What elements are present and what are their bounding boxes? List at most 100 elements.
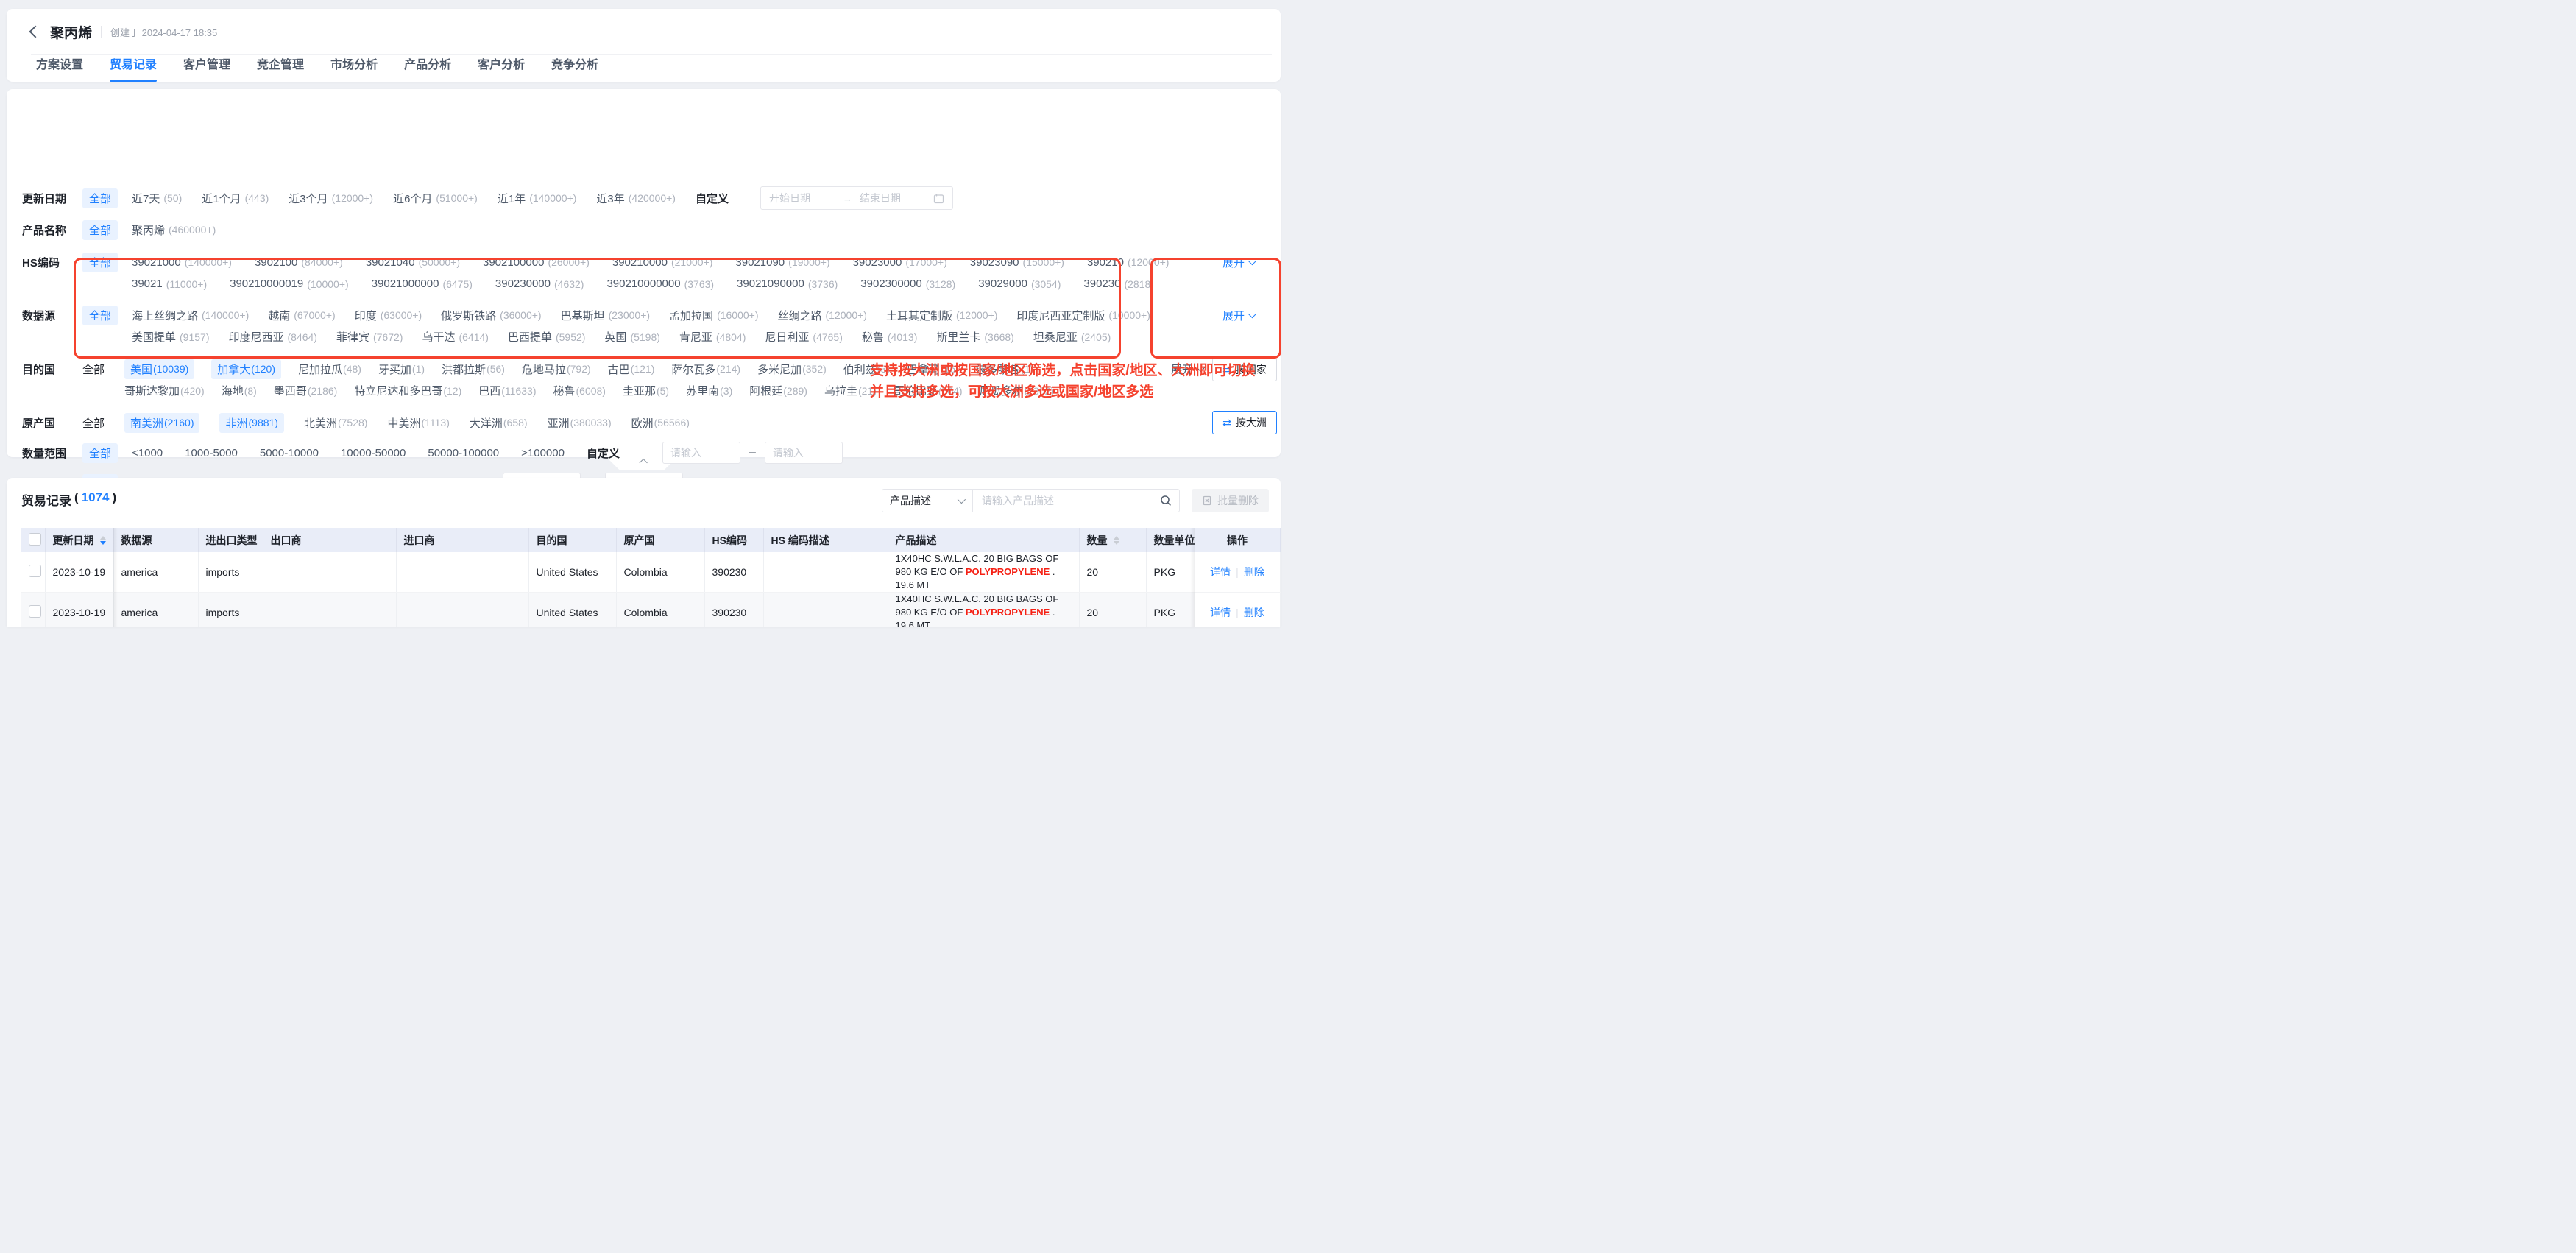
tab-客户管理[interactable]: 客户管理 [183, 54, 230, 82]
filter-option[interactable]: 越南(67000+) [268, 308, 335, 323]
filter-option[interactable]: 秘鲁(4013) [862, 329, 917, 345]
date-range-picker[interactable]: 开始日期→结束日期 [760, 186, 953, 210]
filter-option[interactable]: 洪都拉斯(56) [442, 361, 505, 377]
filter-option[interactable]: 近3年(420000+) [596, 191, 676, 206]
filter-option[interactable]: 中美洲(1113) [387, 415, 449, 431]
tab-客户分析[interactable]: 客户分析 [478, 54, 525, 82]
filter-all-product_name[interactable]: 全部 [82, 219, 118, 241]
filter-option[interactable]: 39023000(17000+) [853, 256, 947, 269]
tab-产品分析[interactable]: 产品分析 [404, 54, 451, 82]
filter-option[interactable]: 3902300000(3128) [860, 278, 955, 290]
select-all-checkbox[interactable] [29, 533, 41, 546]
filter-option[interactable]: 巴基斯坦(23000+) [561, 308, 650, 323]
filter-all-data_source[interactable]: 全部 [82, 304, 118, 326]
tab-竞企管理[interactable]: 竞企管理 [257, 54, 304, 82]
filter-option[interactable]: 伯利兹(3) [843, 361, 890, 377]
tab-市场分析[interactable]: 市场分析 [330, 54, 378, 82]
back-icon[interactable] [29, 26, 42, 38]
filter-option[interactable]: 萨尔瓦多(214) [671, 361, 740, 377]
filter-option[interactable]: 印度尼西亚(8464) [228, 329, 316, 345]
tab-竞争分析[interactable]: 竞争分析 [551, 54, 598, 82]
filter-option[interactable]: 巴西提单(5952) [508, 329, 585, 345]
filter-option[interactable]: 39021090(19000+) [735, 256, 829, 269]
filter-option[interactable]: 肯尼亚(4804) [679, 329, 746, 345]
detail-link[interactable]: 详情 [1210, 607, 1231, 618]
filter-option[interactable]: 390210000(21000+) [612, 256, 713, 269]
by-continent-button[interactable]: ⇄ 按大洲 [1212, 411, 1277, 434]
filter-option[interactable]: 丝绸之路(12000+) [778, 308, 867, 323]
filter-all-dest_country[interactable]: 全部 [82, 358, 105, 380]
filter-option[interactable]: 秘鲁(6008) [553, 383, 605, 398]
filter-option[interactable]: 北美洲(7528) [304, 415, 367, 431]
filter-option[interactable]: 39021000(140000+) [132, 256, 232, 269]
filter-option[interactable]: 390230(2818) [1083, 278, 1154, 290]
filter-option[interactable]: 南美洲(2160) [124, 413, 199, 433]
filter-option[interactable]: 坦桑尼亚(2405) [1033, 329, 1111, 345]
filter-option[interactable]: 10000-50000 [341, 447, 406, 459]
filter-option[interactable]: 乌拉圭(21) [824, 383, 877, 398]
filter-option[interactable]: 近6个月(51000+) [393, 191, 478, 206]
filter-option[interactable]: 尼加拉瓜(48) [298, 361, 361, 377]
filter-option[interactable]: 欧洲(56566) [631, 415, 690, 431]
filter-option[interactable]: 39021000000(6475) [372, 278, 473, 290]
filter-option[interactable]: 厄瓜多尔(1302) [980, 383, 1054, 398]
filter-option[interactable]: 39029000(3054) [978, 278, 1061, 290]
filter-option[interactable]: 巴西(11633) [478, 383, 536, 398]
filter-option[interactable]: 墨西哥(2186) [274, 383, 337, 398]
filter-option[interactable]: 美国提单(9157) [132, 329, 209, 345]
filter-option[interactable]: 近1个月(443) [202, 191, 269, 206]
range-input-min-qty_range[interactable] [662, 442, 740, 464]
filter-option[interactable]: 牙买加(1) [378, 361, 425, 377]
delete-link[interactable]: 删除 [1244, 566, 1264, 578]
filter-all-origin_country[interactable]: 全部 [82, 412, 105, 434]
filter-option[interactable]: 1000-5000 [185, 447, 238, 459]
filter-option[interactable]: 阿根廷(289) [749, 383, 807, 398]
search-input[interactable] [980, 494, 1154, 507]
filter-option[interactable]: 巴拿马(16) [907, 361, 959, 377]
filter-option[interactable]: 亚洲(380033) [548, 415, 612, 431]
filter-option[interactable]: 39021090000(3736) [737, 278, 838, 290]
filter-option[interactable]: 古巴(121) [608, 361, 655, 377]
filter-all-qty_range[interactable]: 全部 [82, 442, 118, 464]
sort-icons[interactable] [1114, 536, 1119, 545]
filter-option[interactable]: 近3个月(12000+) [289, 191, 373, 206]
filter-option[interactable]: 近7天(50) [132, 191, 182, 206]
bulk-delete-button[interactable]: 批量删除 [1192, 489, 1269, 512]
col-header-更新日期[interactable]: 更新日期 [45, 528, 113, 552]
filter-option[interactable]: 非洲(9881) [219, 413, 283, 433]
by-country-button[interactable]: ⇄ 按国家 [1212, 358, 1277, 381]
filter-option[interactable]: 自定义 [587, 445, 620, 461]
sort-icons[interactable] [100, 536, 106, 545]
dest-expand-link[interactable]: 展开 [1171, 358, 1203, 380]
filter-option[interactable]: 苏里南(3) [686, 383, 732, 398]
filter-option[interactable]: 菲律宾(7672) [336, 329, 403, 345]
filter-option[interactable]: 英国(5198) [604, 329, 659, 345]
filter-option[interactable]: 大洋洲(658) [470, 415, 528, 431]
filter-option[interactable]: 孟加拉国(16000+) [669, 308, 758, 323]
search-icon[interactable] [1160, 495, 1172, 507]
row-checkbox[interactable] [29, 605, 41, 618]
filter-option[interactable]: 加拿大(120) [211, 359, 281, 379]
filter-option[interactable]: >100000 [521, 447, 565, 459]
filter-all-hs_code[interactable]: 全部 [82, 251, 118, 273]
filter-option[interactable]: 海上丝绸之路(140000+) [132, 308, 249, 323]
filter-option[interactable]: 多米尼加(352) [757, 361, 827, 377]
filter-option[interactable]: 390210000019(10000+) [230, 278, 349, 290]
filter-option[interactable]: 俄罗斯铁路(36000+) [441, 308, 541, 323]
filter-option[interactable]: 3902100(84000+) [255, 256, 343, 269]
delete-link[interactable]: 删除 [1244, 607, 1264, 618]
filter-option[interactable]: 50000-100000 [428, 447, 499, 459]
filter-option[interactable]: 海地(8) [222, 383, 257, 398]
datasource-expand-link[interactable]: 展开 [1222, 304, 1254, 326]
filter-option[interactable]: 390230000(4632) [495, 278, 584, 290]
filter-option[interactable]: 圭亚那(5) [623, 383, 669, 398]
filter-option[interactable]: 美国(10039) [124, 359, 194, 379]
filter-option[interactable]: 近1年(140000+) [498, 191, 577, 206]
filter-option[interactable]: 乌干达(6414) [422, 329, 488, 345]
hs-expand-link[interactable]: 展开 [1222, 251, 1254, 273]
filter-option[interactable]: 39021(11000+) [132, 278, 207, 290]
row-checkbox[interactable] [29, 565, 41, 577]
filter-option[interactable]: 斯里兰卡(3668) [936, 329, 1013, 345]
filter-option[interactable]: 印度尼西亚定制版(10000+) [1016, 308, 1150, 323]
tab-贸易记录[interactable]: 贸易记录 [110, 54, 157, 82]
